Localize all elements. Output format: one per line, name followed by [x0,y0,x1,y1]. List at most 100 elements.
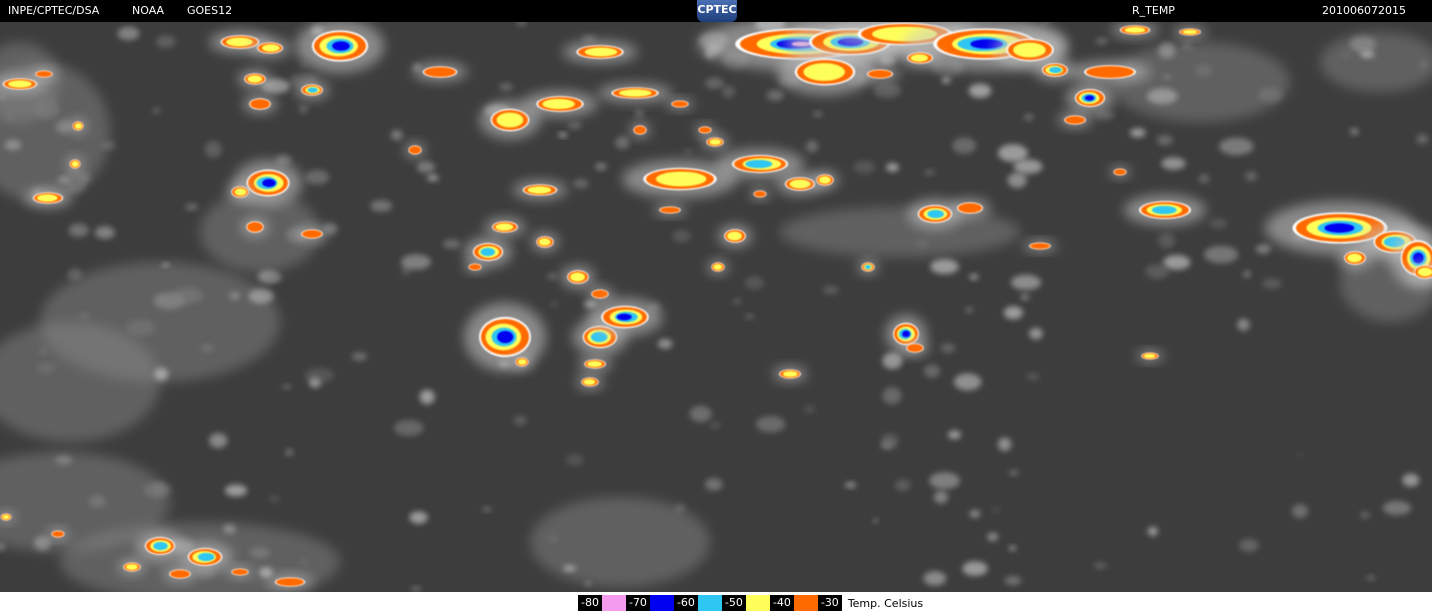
storm-cell-level-2 [527,186,552,194]
cloud-wisp [634,109,645,118]
cloud-wisp [930,259,959,275]
cloud-wisp [1402,473,1420,487]
cloud-wisp [299,105,308,114]
storm-cell-level-2 [1347,253,1362,263]
legend-swatch-3 [745,595,770,611]
cloud-wisp [562,565,576,572]
cloud-wisp [77,312,90,320]
cloud-wisp [704,77,724,89]
cloud-wisp [853,160,876,174]
cloud-wisp [1198,173,1211,185]
storm-cell-level-2 [1182,29,1198,35]
storm-cell-level-2 [74,123,83,129]
storm-cell-level-4 [1324,223,1355,233]
cloud-wisp [880,440,894,450]
cloud-wisp [1258,87,1283,103]
legend-swatch-2 [697,595,722,611]
cloud-wisp [992,507,1000,513]
storm-cell-level-2 [226,37,253,47]
cloud-wisp [1365,575,1376,581]
cloud-wisp [940,343,956,353]
cloud-wisp [498,83,514,91]
cloud-wisp [172,287,204,304]
cloud-wisp [1093,562,1107,569]
cloud-wisp [304,367,335,384]
cloud-wisp [1209,218,1228,229]
cloud-wisp [766,89,784,101]
satellite-label: GOES12 [187,4,233,17]
storm-cell-level-2 [727,231,742,241]
cloud-wisp [916,239,928,249]
legend-unit: Temp. Celsius [847,596,924,610]
cloud-wisp [1145,264,1170,279]
cloud-wisp [513,415,527,426]
cloud-wisp [1147,526,1158,537]
cloud-wisp [409,511,428,524]
cloud-wisp [1350,128,1359,135]
storm-cell-level-3 [197,552,215,562]
cloud-wisp [924,169,935,176]
cloud-wisp [674,504,686,513]
cloud-wisp [33,101,60,119]
storm-cell-level-1 [469,264,481,270]
storm-cell-level-2 [587,361,602,367]
cloud-wisp [550,301,558,307]
cloud-wisp [1195,64,1212,77]
cloud-wisp [427,174,439,182]
storm-cell-level-1 [907,344,923,352]
storm-cell-level-2 [910,54,929,62]
storm-cell-level-1 [424,67,456,77]
storm-cell-level-2 [542,98,575,110]
storm-cell-level-2 [496,112,524,128]
cloud-wisp [416,161,436,173]
cloud-wisp [4,139,22,151]
cloud-wisp [298,558,309,566]
cloud-wisp [844,482,857,488]
cloud-wisp [548,534,559,544]
cloud-wisp [969,273,979,281]
storm-cell-level-1 [247,222,263,232]
cloud-wisp [401,254,431,270]
storm-cell-level-1 [592,290,608,298]
storm-cell-level-4 [616,313,632,321]
legend-label-3: -50 [721,595,746,611]
storm-cell-level-3 [307,87,318,93]
storm-cell-level-2 [1124,27,1146,33]
legend-label-0: -80 [578,595,602,611]
cloud-wisp [987,532,999,542]
cloud-wisp [947,430,961,440]
cptec-logo: CPTEC [697,0,737,22]
storm-cell-level-2 [517,359,527,365]
cloud-wisp [1156,135,1173,146]
storm-cell-level-2 [261,44,280,52]
cloud-wisp [962,561,988,576]
cloud-wisp [1349,35,1376,52]
storm-cell-level-2 [583,379,596,385]
storm-cell-level-2 [495,223,514,231]
cloud-wisp [282,384,291,390]
cloud-wisp [923,364,941,378]
satellite-image [0,15,1432,602]
cloud-wisp [1008,469,1019,476]
product-label: R_TEMP [1132,4,1175,17]
storm-cell-level-3 [1151,205,1177,215]
cloud-wisp [573,178,589,189]
cloud-wisp [657,338,673,349]
legend-label-2: -60 [673,595,698,611]
storm-cell-level-4 [332,41,350,51]
cloud-wisp [50,96,56,103]
storm-cell-level-2 [1417,267,1432,277]
cloud-wisp [873,518,878,524]
storm-cell-level-1 [1065,116,1085,124]
storm-cell-level-1 [409,146,421,154]
cloud-wisp [305,169,330,185]
cloud-wisp [923,571,947,586]
cloud-wisp [595,163,607,171]
cloud-wisp [154,367,169,381]
cloud-wisp [1418,60,1428,70]
cloud-wisp [249,546,271,559]
storm-cell-level-1 [1030,243,1050,249]
cloud-wisp [204,141,222,158]
cloud-wisp [823,285,839,295]
cloud-wisp [882,387,902,405]
